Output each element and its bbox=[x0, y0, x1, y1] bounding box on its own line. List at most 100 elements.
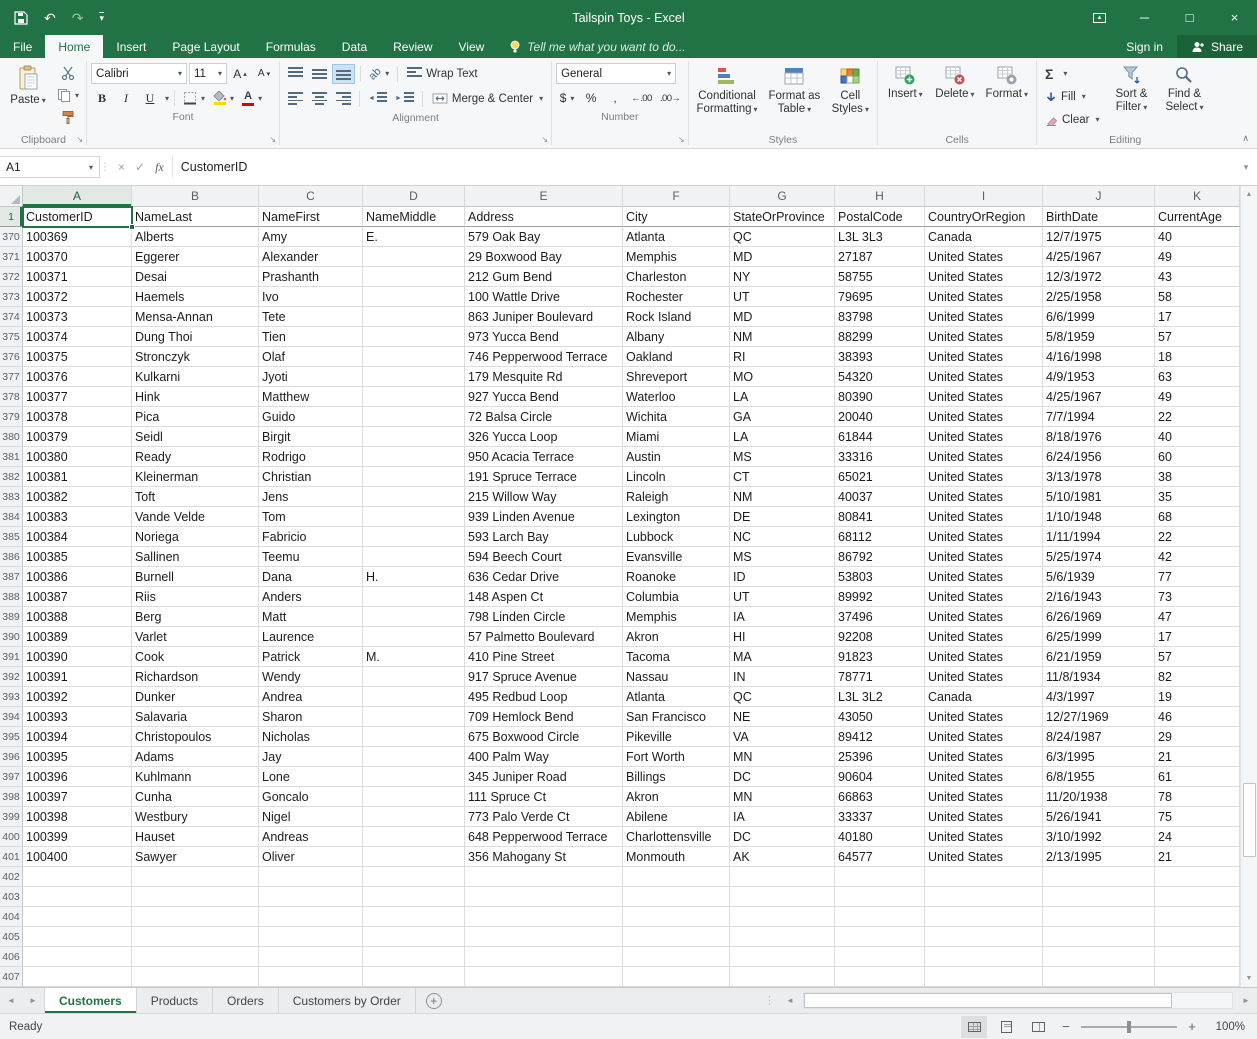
cell[interactable]: 100373 bbox=[23, 307, 132, 327]
cell[interactable] bbox=[259, 947, 363, 967]
cell[interactable] bbox=[363, 667, 465, 687]
cell[interactable]: 709 Hemlock Bend bbox=[465, 707, 623, 727]
cell[interactable]: Kuhlmann bbox=[132, 767, 259, 787]
cell[interactable]: 38393 bbox=[835, 347, 925, 367]
cell[interactable]: 89412 bbox=[835, 727, 925, 747]
cell[interactable]: 4/25/1967 bbox=[1043, 247, 1155, 267]
cell[interactable]: 100392 bbox=[23, 687, 132, 707]
cell[interactable]: 3/13/1978 bbox=[1043, 467, 1155, 487]
cell[interactable]: Adams bbox=[132, 747, 259, 767]
cell[interactable]: NameLast bbox=[132, 207, 259, 227]
cell[interactable] bbox=[465, 967, 623, 987]
cell[interactable] bbox=[465, 867, 623, 887]
cell[interactable]: StateOrProvince bbox=[730, 207, 835, 227]
cell[interactable]: 100372 bbox=[23, 287, 132, 307]
cell[interactable]: 33316 bbox=[835, 447, 925, 467]
cell[interactable] bbox=[1043, 947, 1155, 967]
cell[interactable]: 49 bbox=[1155, 247, 1240, 267]
cell[interactable] bbox=[363, 267, 465, 287]
cell[interactable]: Ivo bbox=[259, 287, 363, 307]
hscroll-left-button[interactable]: ◄ bbox=[779, 988, 801, 1013]
cell[interactable]: Akron bbox=[623, 627, 730, 647]
column-header-A[interactable]: A bbox=[23, 186, 132, 207]
cell[interactable] bbox=[1155, 947, 1240, 967]
cell[interactable]: 11/20/1938 bbox=[1043, 787, 1155, 807]
cell[interactable] bbox=[925, 887, 1043, 907]
cell[interactable]: Kleinerman bbox=[132, 467, 259, 487]
cell[interactable]: 100377 bbox=[23, 387, 132, 407]
cell[interactable]: United States bbox=[925, 707, 1043, 727]
cell[interactable]: 191 Spruce Terrace bbox=[465, 467, 623, 487]
cell[interactable]: Atlanta bbox=[623, 227, 730, 247]
format-painter-button[interactable] bbox=[54, 107, 82, 127]
cell[interactable]: 61 bbox=[1155, 767, 1240, 787]
cell[interactable]: 80841 bbox=[835, 507, 925, 527]
cell[interactable] bbox=[623, 967, 730, 987]
cell[interactable]: 100375 bbox=[23, 347, 132, 367]
cell[interactable]: Noriega bbox=[132, 527, 259, 547]
row-header-391[interactable]: 391 bbox=[0, 647, 23, 667]
cell[interactable] bbox=[363, 727, 465, 747]
row-header-393[interactable]: 393 bbox=[0, 687, 23, 707]
cell[interactable]: 6/6/1999 bbox=[1043, 307, 1155, 327]
sheet-tab-products[interactable]: Products bbox=[137, 988, 213, 1013]
cell[interactable]: United States bbox=[925, 467, 1043, 487]
cell[interactable]: Seidl bbox=[132, 427, 259, 447]
cell[interactable] bbox=[1155, 907, 1240, 927]
cell[interactable]: MN bbox=[730, 787, 835, 807]
cell[interactable] bbox=[835, 927, 925, 947]
cell[interactable]: United States bbox=[925, 487, 1043, 507]
cell[interactable]: United States bbox=[925, 507, 1043, 527]
cell[interactable]: DC bbox=[730, 827, 835, 847]
cell[interactable]: Christopoulos bbox=[132, 727, 259, 747]
cell[interactable]: UT bbox=[730, 587, 835, 607]
delete-cells-button[interactable]: Delete▾ bbox=[931, 61, 978, 102]
cell[interactable]: 148 Aspen Ct bbox=[465, 587, 623, 607]
cell[interactable]: Evansville bbox=[623, 547, 730, 567]
cell[interactable]: 973 Yucca Bend bbox=[465, 327, 623, 347]
row-header-396[interactable]: 396 bbox=[0, 747, 23, 767]
cell[interactable]: DC bbox=[730, 767, 835, 787]
row-header-373[interactable]: 373 bbox=[0, 287, 23, 307]
cell[interactable] bbox=[363, 527, 465, 547]
cell[interactable]: Columbia bbox=[623, 587, 730, 607]
cell[interactable]: 798 Linden Circle bbox=[465, 607, 623, 627]
row-header-383[interactable]: 383 bbox=[0, 487, 23, 507]
comma-style-button[interactable]: , bbox=[604, 88, 626, 108]
row-header-402[interactable]: 402 bbox=[0, 867, 23, 887]
ribbon-tab-insert[interactable]: Insert bbox=[103, 35, 159, 58]
cell[interactable]: 495 Redbud Loop bbox=[465, 687, 623, 707]
cell[interactable] bbox=[363, 747, 465, 767]
cell[interactable]: 57 Palmetto Boulevard bbox=[465, 627, 623, 647]
row-header-404[interactable]: 404 bbox=[0, 907, 23, 927]
cell[interactable] bbox=[363, 247, 465, 267]
sheet-tab-customers-by-order[interactable]: Customers by Order bbox=[279, 988, 416, 1013]
row-header-381[interactable]: 381 bbox=[0, 447, 23, 467]
cell[interactable]: MS bbox=[730, 547, 835, 567]
column-header-B[interactable]: B bbox=[132, 186, 259, 207]
cell[interactable]: IN bbox=[730, 667, 835, 687]
cell[interactable]: United States bbox=[925, 427, 1043, 447]
cell[interactable]: Oakland bbox=[623, 347, 730, 367]
row-header-399[interactable]: 399 bbox=[0, 807, 23, 827]
cell[interactable]: Billings bbox=[623, 767, 730, 787]
cell[interactable]: 2/16/1943 bbox=[1043, 587, 1155, 607]
cell[interactable]: L3L 3L3 bbox=[835, 227, 925, 247]
cell[interactable]: 8/24/1987 bbox=[1043, 727, 1155, 747]
cell[interactable]: 90604 bbox=[835, 767, 925, 787]
cell[interactable]: United States bbox=[925, 327, 1043, 347]
bold-button[interactable]: B bbox=[91, 88, 113, 108]
cell[interactable]: Kulkarni bbox=[132, 367, 259, 387]
cell[interactable]: 12/3/1972 bbox=[1043, 267, 1155, 287]
cell[interactable]: 73 bbox=[1155, 587, 1240, 607]
cell[interactable]: Fabricio bbox=[259, 527, 363, 547]
cell[interactable]: 100386 bbox=[23, 567, 132, 587]
column-header-I[interactable]: I bbox=[925, 186, 1043, 207]
expand-formula-bar-button[interactable]: ▾ bbox=[1235, 162, 1257, 173]
cell[interactable]: NameMiddle bbox=[363, 207, 465, 227]
cell[interactable]: 3/10/1992 bbox=[1043, 827, 1155, 847]
borders-button[interactable]: ▾ bbox=[180, 88, 208, 108]
cell[interactable]: MD bbox=[730, 307, 835, 327]
percent-style-button[interactable]: % bbox=[580, 88, 602, 108]
font-size-select[interactable]: 11▾ bbox=[189, 63, 227, 84]
